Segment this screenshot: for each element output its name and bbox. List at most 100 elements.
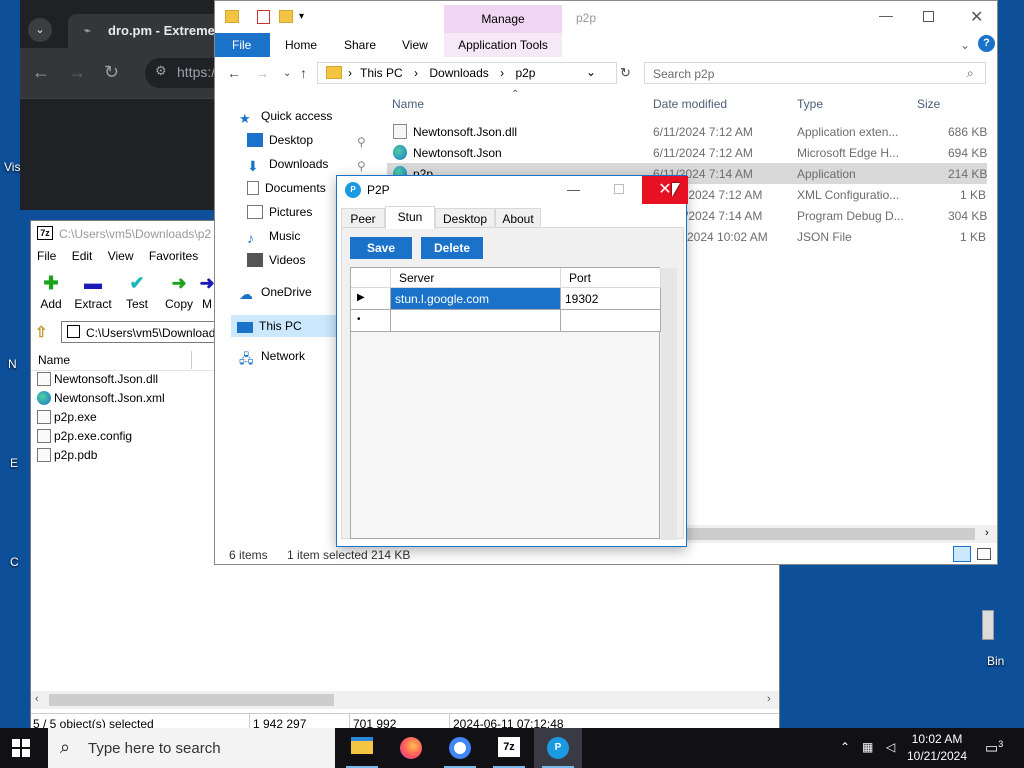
desktop-label-n[interactable]: N [8,357,17,371]
network-status-icon[interactable]: ▦ [862,740,873,754]
breadcrumb-this-pc[interactable]: This PC [360,66,403,80]
tab-desktop[interactable]: Desktop [435,208,495,228]
help-icon[interactable]: ? [978,35,995,52]
nav-videos[interactable]: Videos [247,253,305,275]
nav-documents[interactable]: Documents [247,181,326,203]
scroll-left-icon[interactable]: ‹ [35,693,39,705]
volume-icon[interactable]: ◁ [886,740,895,754]
list-item[interactable]: p2p.exe.config [37,429,132,448]
recycle-bin-label[interactable]: Bin [987,654,1004,668]
menu-edit[interactable]: Edit [72,249,93,263]
taskbar-firefox[interactable] [387,728,435,768]
menu-favorites[interactable]: Favorites [149,249,198,263]
column-size[interactable]: Size [917,97,940,111]
menu-file[interactable]: File [37,249,56,263]
menu-view[interactable]: View [108,249,134,263]
tab-search-button[interactable]: ⌄ [28,18,52,42]
test-button[interactable]: ✔ Test [117,273,157,311]
table-row[interactable]: Newtonsoft.Json 6/11/2024 7:12 AM Micros… [387,142,987,163]
details-view-icon[interactable] [953,546,971,562]
tab-peer[interactable]: Peer [341,208,385,228]
desktop-label-vis[interactable]: Vis [4,160,20,174]
tab-home[interactable]: Home [285,38,317,52]
forward-icon[interactable]: → [255,65,269,81]
address-bar[interactable]: › This PC › Downloads › p2p ⌄ [317,62,617,84]
address-dropdown-icon[interactable]: ⌄ [586,65,596,79]
scrollbar-thumb[interactable] [49,694,334,706]
desktop-label-c[interactable]: C [10,555,19,569]
close-icon[interactable]: ✕ [642,176,688,204]
nav-this-pc[interactable]: This PC [231,315,341,337]
tab-about[interactable]: About [495,208,541,228]
nav-network[interactable]: 🖧 Network [239,349,305,371]
tab-application-tools[interactable]: Application Tools [444,33,562,57]
list-item[interactable]: Newtonsoft.Json.dll [37,372,158,391]
table-row[interactable]: Newtonsoft.Json.dll 6/11/2024 7:12 AM Ap… [387,121,987,142]
nav-quick-access[interactable]: ★ Quick access [239,109,332,131]
scroll-right-icon[interactable]: › [767,693,771,705]
delete-button[interactable]: Delete [421,237,483,259]
cell-server[interactable]: stun.l.google.com [391,288,561,310]
site-info-icon[interactable]: ⚙ [155,63,167,79]
taskbar-chrome[interactable] [436,728,484,768]
list-item[interactable]: p2p.exe [37,410,97,429]
taskbar-7zip[interactable]: 7z [485,728,533,768]
nav-downloads[interactable]: ⬇ Downloads ⚲ [247,157,366,179]
cell-server[interactable] [391,310,561,332]
taskbar-search-box[interactable]: ⌕ Type here to search [48,728,335,768]
cell-port[interactable]: 19302 [561,288,661,310]
column-name[interactable]: Name [38,353,70,367]
extract-button[interactable]: ▬ Extract [73,273,113,311]
close-icon[interactable]: ✕ [970,7,983,27]
scroll-right-icon[interactable]: › [985,527,989,539]
tab-share[interactable]: Share [344,38,376,52]
back-icon[interactable]: ← [32,62,50,83]
tab-file[interactable]: File [215,33,270,57]
add-button[interactable]: ✚ Add [31,273,71,311]
column-type[interactable]: Type [797,97,823,111]
search-field[interactable]: Search p2p ⌕ [644,62,986,84]
manage-context-tab[interactable]: Manage [444,5,562,33]
list-item[interactable]: p2p.pdb [37,448,97,467]
nav-music[interactable]: ♪ Music [247,229,300,251]
recent-locations-icon[interactable]: ⌄ [283,68,291,79]
nav-desktop[interactable]: Desktop ⚲ [247,133,366,155]
refresh-icon[interactable]: ↻ [620,65,631,81]
column-server[interactable]: Server [391,268,561,288]
search-icon[interactable]: ⌕ [967,66,974,81]
tab-stun[interactable]: Stun [385,206,435,229]
grid-scrollbar[interactable] [661,268,677,540]
column-date-modified[interactable]: Date modified [653,97,727,111]
maximize-icon[interactable] [923,11,934,22]
folder-up-icon[interactable]: ⇧ [35,323,48,341]
sevenzip-horizontal-scrollbar[interactable]: ‹ › [31,691,779,709]
nav-pictures[interactable]: Pictures [247,205,312,227]
scrollbar-thumb[interactable] [685,528,975,540]
column-name[interactable]: Name [392,97,424,111]
breadcrumb-downloads[interactable]: Downloads [429,66,488,80]
customize-qat-icon[interactable]: ▾ [299,11,304,22]
explorer-horizontal-scrollbar[interactable]: › [685,525,997,543]
taskbar-clock[interactable]: 10:02 AM 10/21/2024 [905,731,969,765]
new-folder-icon[interactable] [279,10,293,23]
minimize-icon[interactable]: — [879,7,893,23]
show-hidden-icons-icon[interactable]: ⌃ [840,740,850,754]
properties-icon[interactable] [257,10,270,24]
save-button[interactable]: Save [350,237,412,259]
nav-onedrive[interactable]: ☁ OneDrive [239,285,312,307]
list-item[interactable]: Newtonsoft.Json.xml [37,391,165,410]
taskbar-p2p[interactable]: P [534,728,582,768]
maximize-icon[interactable] [614,184,624,194]
row-current-icon[interactable]: ▶ [351,288,391,310]
start-button[interactable] [12,739,30,757]
minimize-icon[interactable]: — [567,182,580,197]
column-port[interactable]: Port [561,268,661,288]
expand-ribbon-icon[interactable]: ⌄ [960,38,970,52]
cell-port[interactable] [561,310,661,332]
large-icons-view-icon[interactable] [977,548,991,560]
tab-view[interactable]: View [402,38,428,52]
taskbar-file-explorer[interactable] [338,728,386,768]
notification-center-icon[interactable]: ▭3 [985,739,1003,757]
recycle-bin-icon[interactable] [982,610,994,640]
breadcrumb-p2p[interactable]: p2p [515,66,535,80]
